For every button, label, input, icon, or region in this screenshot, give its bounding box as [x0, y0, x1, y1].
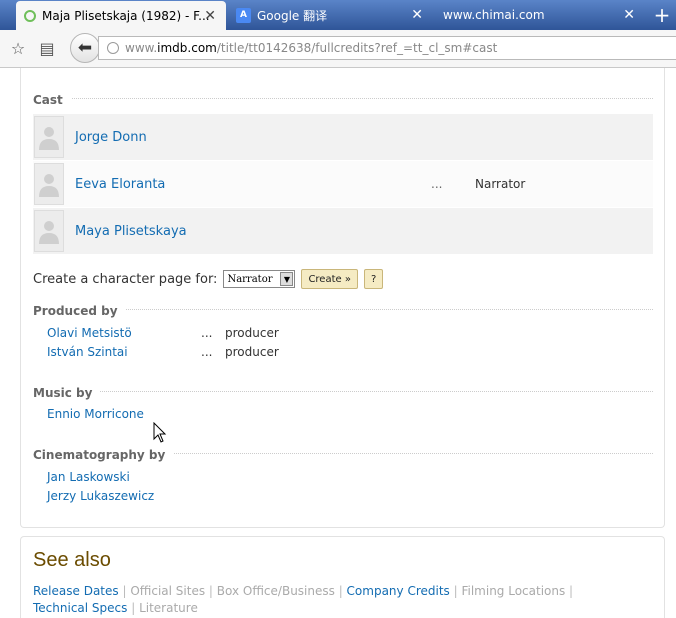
tab-title: Maja Plisetskaja (1982) - F... [42, 8, 210, 23]
ellipsis: ... [431, 177, 443, 191]
mouse-cursor-icon [153, 422, 167, 443]
crew-name-link[interactable]: István Szintai [47, 345, 128, 359]
crew-row: István Szintai ... producer [47, 345, 279, 361]
url-text: www.imdb.com/title/tt0142638/fullcredits… [125, 41, 498, 55]
globe-icon [107, 42, 119, 54]
tab-title: Google 翻译 [257, 8, 328, 23]
cast-row: Maya Plisetskaya [33, 208, 653, 254]
box-office-link: Box Office/Business [216, 584, 335, 598]
literature-link: Literature [139, 601, 198, 615]
release-dates-link[interactable]: Release Dates [33, 584, 119, 598]
person-placeholder-icon [34, 163, 64, 205]
loading-spinner-icon [24, 9, 36, 22]
tab-title: www.chimai.com [443, 8, 545, 22]
address-bar[interactable]: www.imdb.com/title/tt0142638/fullcredits… [98, 36, 676, 60]
create-character-row: Create a character page for: Narrator ▼ … [33, 269, 384, 289]
crew-row: Jerzy Lukaszewicz [47, 489, 154, 505]
ellipsis: ... [201, 345, 213, 359]
new-tab-button[interactable]: + [648, 2, 676, 28]
character-select[interactable]: Narrator ▼ [223, 270, 296, 288]
official-sites-link: Official Sites [130, 584, 206, 598]
cinematography-by-heading: Cinematography by [33, 444, 653, 462]
crew-name-link[interactable]: Olavi Metsistö [47, 326, 132, 340]
tab-close-icon[interactable]: ✕ [204, 8, 216, 24]
crew-row: Olavi Metsistö ... producer [47, 326, 279, 342]
tab-chimai[interactable]: www.chimai.com ✕ [435, 2, 645, 28]
tab-close-icon[interactable]: ✕ [623, 7, 635, 23]
create-character-label: Create a character page for: [33, 271, 218, 287]
tab-bar: Maja Plisetskaja (1982) - F... ✕ A Googl… [0, 0, 676, 30]
filming-locations-link: Filming Locations [461, 584, 566, 598]
produced-by-heading: Produced by [33, 300, 653, 318]
cast-name-link[interactable]: Eeva Eloranta [75, 177, 165, 192]
page-content: Cast Jorge Donn Eeva Eloranta ... Narrat… [0, 68, 676, 618]
tab-google-translate[interactable]: A Google 翻译 ✕ [228, 2, 433, 28]
crew-role: producer [225, 345, 279, 359]
help-button[interactable]: ? [363, 269, 384, 289]
create-button[interactable]: Create » [301, 269, 358, 289]
music-by-heading: Music by [33, 382, 653, 400]
see-also-heading: See also [33, 549, 111, 571]
tab-imdb[interactable]: Maja Plisetskaja (1982) - F... ✕ [16, 1, 226, 30]
crew-name-link[interactable]: Jerzy Lukaszewicz [47, 489, 154, 503]
person-placeholder-icon [34, 116, 64, 158]
google-translate-icon: A [236, 7, 251, 23]
tab-close-icon[interactable]: ✕ [411, 7, 423, 23]
character-name: Narrator [475, 177, 526, 191]
navigation-bar: ☆ ▤ ⬅ www.imdb.com/title/tt0142638/fullc… [0, 30, 676, 68]
back-arrow-icon: ⬅ [77, 38, 93, 58]
technical-specs-link[interactable]: Technical Specs [33, 601, 127, 615]
crew-row: Jan Laskowski [47, 470, 130, 486]
crew-role: producer [225, 326, 279, 340]
ellipsis: ... [201, 326, 213, 340]
cast-name-link[interactable]: Maya Plisetskaya [75, 224, 187, 239]
company-credits-link[interactable]: Company Credits [347, 584, 450, 598]
dropdown-arrow-icon: ▼ [280, 272, 294, 286]
back-button[interactable]: ⬅ [70, 33, 100, 63]
bookmark-star-icon[interactable]: ☆ [8, 38, 28, 58]
cast-heading: Cast [33, 89, 653, 107]
full-credits-card: Cast Jorge Donn Eeva Eloranta ... Narrat… [20, 68, 665, 528]
cast-name-link[interactable]: Jorge Donn [75, 130, 147, 145]
crew-name-link[interactable]: Jan Laskowski [47, 470, 130, 484]
crew-row: Ennio Morricone [47, 407, 144, 423]
crew-name-link[interactable]: Ennio Morricone [47, 407, 144, 421]
see-also-links: Release Dates | Official Sites | Box Off… [33, 584, 574, 615]
cast-row: Jorge Donn [33, 114, 653, 160]
see-also-card: See also Release Dates | Official Sites … [20, 536, 665, 618]
cast-row: Eeva Eloranta ... Narrator [33, 161, 653, 207]
person-placeholder-icon [34, 210, 64, 252]
page-menu-icon[interactable]: ▤ [37, 38, 57, 58]
